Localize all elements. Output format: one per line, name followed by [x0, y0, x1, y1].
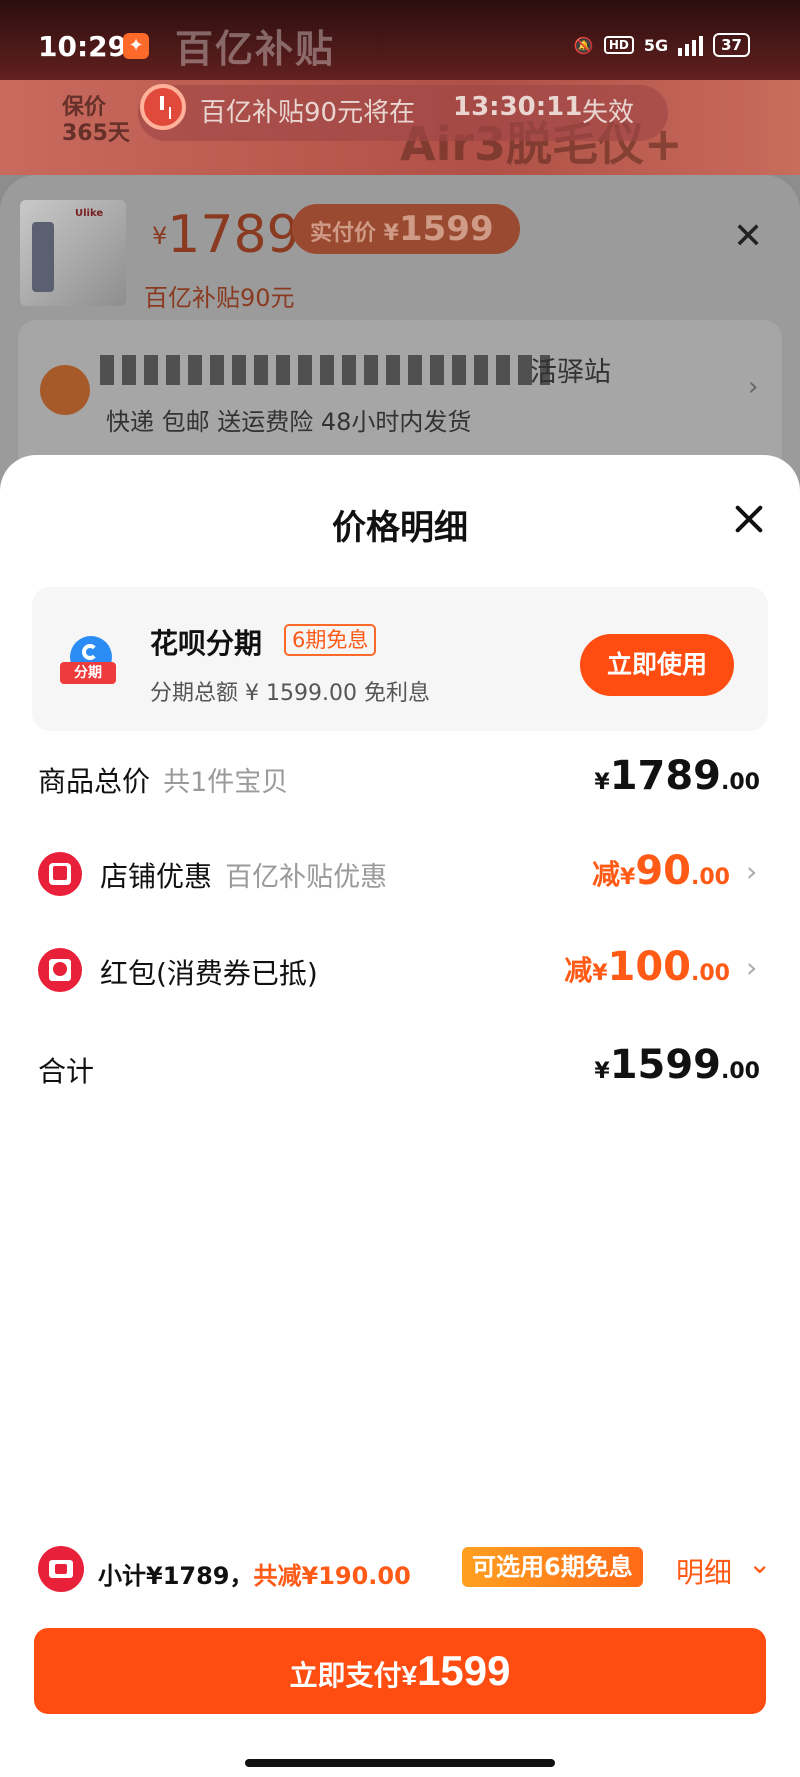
- close-sheet-icon[interactable]: [733, 503, 765, 535]
- product-image-icon: [32, 222, 54, 292]
- store-icon: [38, 852, 82, 896]
- reduce-prefix: 减: [564, 954, 593, 987]
- sum-amount: ¥1599.00: [594, 1042, 760, 1088]
- red-packet-amount: 减¥100.00: [564, 944, 730, 990]
- mute-icon: 🔕: [573, 35, 594, 55]
- thumbnail-brand: Ulike: [75, 208, 104, 219]
- product-price: ¥1789: [152, 205, 300, 265]
- price-value: 1789: [167, 205, 300, 265]
- amount-integer: 90: [635, 848, 692, 894]
- chevron-down-icon[interactable]: ⌄: [748, 1547, 771, 1580]
- close-icon[interactable]: ✕: [733, 216, 763, 257]
- status-bar: 10:29 ✦ 🔕 HD 5G 37: [0, 0, 800, 90]
- shop-name: 活驿站: [530, 357, 611, 388]
- shop-discount-label: 店铺优惠: [100, 860, 213, 893]
- timer-countdown: 13:30:11: [453, 92, 583, 122]
- shop-discount-row[interactable]: 店铺优惠 百亿补贴优惠: [100, 855, 387, 895]
- footer-summary: 小计¥1789，共减¥190.00: [98, 1556, 411, 1591]
- huabei-title: 花呗分期: [150, 627, 263, 660]
- huabei-logo-tag: 分期: [60, 662, 116, 684]
- goods-total-label: 商品总价: [38, 765, 151, 798]
- reduce-prefix: 减: [592, 858, 621, 891]
- installment-summary: 分期总额 ¥ 1599.00 免利息: [150, 681, 430, 706]
- actual-price-value: 1599: [398, 209, 494, 249]
- timer-prefix: 百亿补贴90元将在: [200, 98, 416, 128]
- battery-icon: 37: [713, 33, 750, 57]
- currency-symbol: ¥: [594, 770, 610, 795]
- price-guarantee-label: 保价 365天: [62, 95, 130, 147]
- chevron-right-icon[interactable]: ›: [746, 951, 757, 984]
- subsidy-label: 百亿补贴90元: [144, 284, 295, 312]
- currency-symbol: ¥: [592, 961, 608, 986]
- detail-toggle[interactable]: 明细: [676, 1551, 732, 1591]
- system-icons: 🔕 HD 5G 37: [574, 33, 750, 57]
- actual-price-pill: 实付价 ¥1599: [292, 204, 520, 254]
- goods-count-note: 共1件宝贝: [163, 767, 289, 798]
- alarm-clock-icon: [140, 84, 186, 130]
- sum-label: 合计: [38, 1055, 95, 1088]
- total-reduced-text: 共减¥190.00: [253, 1562, 411, 1590]
- redacted-shop-name: [100, 355, 550, 385]
- chevron-right-icon: ›: [748, 372, 759, 402]
- currency-symbol: ¥: [594, 1059, 610, 1084]
- shop-discount-amount: 减¥90.00: [592, 848, 730, 894]
- goods-total-amount: ¥1789.00: [594, 753, 760, 799]
- pay-now-button[interactable]: 立即支付¥1599: [34, 1628, 766, 1714]
- amount-integer: 1789: [609, 753, 722, 799]
- interest-free-badge: 6期免息: [284, 624, 377, 656]
- pay-now-label: 立即支付¥: [289, 1660, 418, 1691]
- guarantee-line-2: 365天: [62, 121, 130, 146]
- currency-symbol: ¥: [620, 865, 636, 890]
- shop-card[interactable]: [18, 320, 782, 470]
- sheet-title: 价格明细: [332, 508, 468, 548]
- amount-integer: 1599: [609, 1042, 722, 1088]
- pay-now-amount: 1599: [417, 1647, 511, 1694]
- app-notification-icon: ✦: [123, 33, 149, 59]
- use-now-button[interactable]: 立即使用: [580, 634, 734, 696]
- amount-integer: 100: [607, 944, 692, 990]
- chevron-right-icon[interactable]: ›: [746, 855, 757, 888]
- installment-option-badge: 可选用6期免息: [462, 1547, 643, 1587]
- amount-decimal: .00: [721, 770, 760, 795]
- product-thumbnail: Ulike: [20, 200, 126, 306]
- ticket-icon: [38, 1546, 84, 1592]
- status-time: 10:29: [38, 30, 128, 63]
- red-packet-icon: [38, 948, 82, 992]
- price-currency: ¥: [152, 222, 168, 250]
- hd-icon: HD: [603, 36, 634, 54]
- subtotal-text: 小计¥1789，: [98, 1562, 254, 1590]
- red-packet-label: 红包(消费券已抵): [100, 957, 318, 990]
- delivery-info: 快递 包邮 送运费险 48小时内发货: [106, 408, 472, 436]
- guarantee-line-1: 保价: [62, 95, 107, 120]
- amount-decimal: .00: [691, 961, 730, 986]
- huabei-logo-icon: 分期: [60, 636, 118, 686]
- goods-total-row: 商品总价 共1件宝贝: [38, 760, 288, 800]
- amount-decimal: .00: [721, 1059, 760, 1084]
- red-packet-row[interactable]: 红包(消费券已抵): [100, 952, 318, 992]
- timer-suffix: 失效: [582, 98, 635, 128]
- shop-location-icon: [40, 365, 90, 415]
- actual-price-label: 实付价 ¥: [310, 221, 399, 246]
- home-indicator[interactable]: [245, 1759, 555, 1767]
- network-label: 5G: [643, 35, 669, 55]
- signal-icon: [678, 34, 704, 56]
- amount-decimal: .00: [691, 865, 730, 890]
- shop-discount-note: 百亿补贴优惠: [225, 862, 388, 893]
